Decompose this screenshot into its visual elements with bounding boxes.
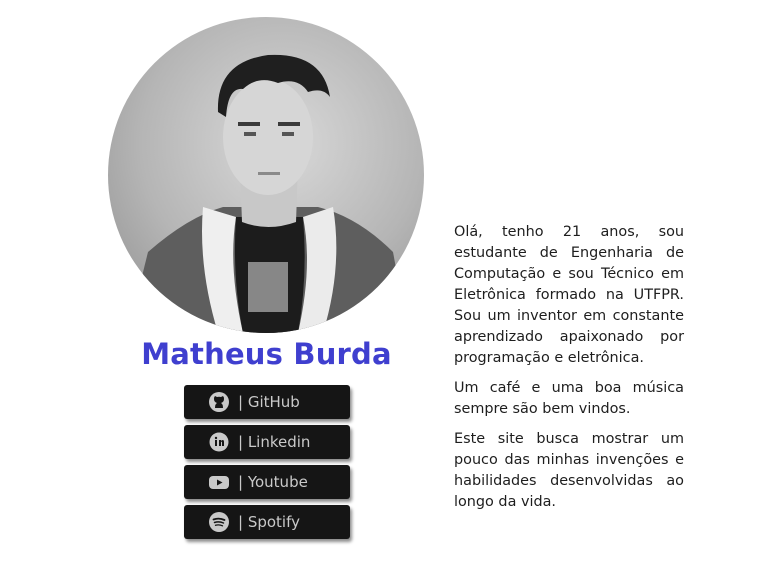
youtube-button[interactable]: | Youtube xyxy=(184,465,350,499)
linkedin-label: | Linkedin xyxy=(238,433,311,451)
bio-paragraph: Olá, tenho 21 anos, sou estudante de Eng… xyxy=(454,224,684,366)
spotify-button[interactable]: | Spotify xyxy=(184,505,350,539)
bio-paragraph: Este site busca mostrar um pouco das min… xyxy=(454,431,684,510)
social-links: | GitHub | Linkedin | Youtube | Spotify xyxy=(184,385,350,545)
spotify-icon xyxy=(208,511,230,533)
profile-photo xyxy=(108,17,424,333)
profile-name: Matheus Burda xyxy=(141,337,392,371)
youtube-icon xyxy=(208,471,230,493)
profile-photo-illustration xyxy=(128,54,408,333)
spotify-label: | Spotify xyxy=(238,513,300,531)
linkedin-icon xyxy=(208,431,230,453)
youtube-label: | Youtube xyxy=(238,473,308,491)
github-button[interactable]: | GitHub xyxy=(184,385,350,419)
profile-section: Matheus Burda | GitHub | Linkedin | Yout… xyxy=(108,17,425,539)
bio-section: Olá, tenho 21 anos, sou estudante de Eng… xyxy=(454,222,684,522)
github-label: | GitHub xyxy=(238,393,300,411)
bio-paragraph: Um café e uma boa música sempre são bem … xyxy=(454,380,684,417)
linkedin-button[interactable]: | Linkedin xyxy=(184,425,350,459)
github-icon xyxy=(208,391,230,413)
